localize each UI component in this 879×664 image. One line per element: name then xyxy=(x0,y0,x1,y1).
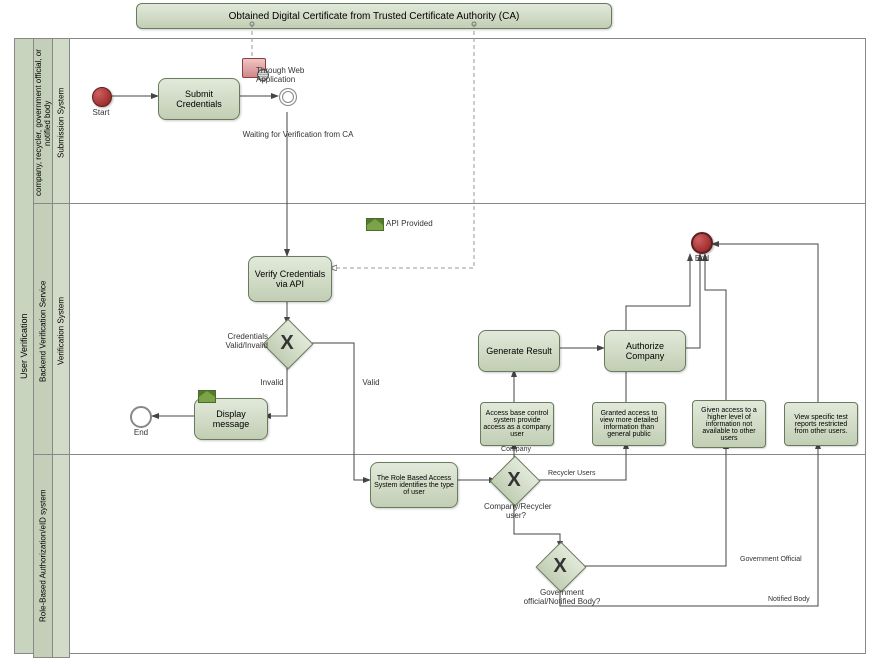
gateway3-nb: Notified Body xyxy=(768,596,838,603)
task-identify-user: The Role Based Access System identifies … xyxy=(370,462,458,508)
note-reports-text: View specific test reports restricted fr… xyxy=(787,414,855,435)
end-red-label: End xyxy=(687,254,717,263)
note-granted: Granted access to view more detailed inf… xyxy=(592,402,666,446)
task-authorize-company: Authorize Company xyxy=(604,330,686,372)
display-envelope-icon xyxy=(198,390,216,403)
gateway1-valid: Valid xyxy=(356,378,386,387)
task-identify-text: The Role Based Access System identifies … xyxy=(373,475,455,496)
lane-label-2: Role-Based Authorization/eID system xyxy=(33,454,53,658)
sublane-0-text: Submission System xyxy=(57,88,66,158)
start-event xyxy=(92,87,112,107)
task-verify-credentials: Verify Credentials via API xyxy=(248,256,332,302)
note-access: Access base control system provide acces… xyxy=(480,402,554,446)
task-submit-text: Submit Credentials xyxy=(161,89,237,109)
pool-label-text: User Verification xyxy=(19,313,29,379)
gateway2-label: Company/Recycler user? xyxy=(484,502,548,520)
sublane-1: Verification System xyxy=(52,203,70,459)
lane-2 xyxy=(69,454,866,654)
lane-label-1-text: Backend Verification Service xyxy=(39,280,48,381)
task-submit-credentials: Submit Credentials xyxy=(158,78,240,120)
gateway1-label: Credentials Valid/Invalid xyxy=(212,332,268,350)
gateway3-gov: Government Official xyxy=(740,556,830,563)
api-envelope-icon xyxy=(366,218,384,231)
waiting-label: Waiting for Verification from CA xyxy=(228,130,368,139)
end-event-plain xyxy=(130,406,152,428)
through-web-label: Through Web Application xyxy=(256,66,326,84)
lane-0 xyxy=(69,38,866,204)
sublane-2 xyxy=(52,454,70,658)
note-higher: Given access to a higher level of inform… xyxy=(692,400,766,448)
lane-label-2-text: Role-Based Authorization/eID system xyxy=(39,490,48,623)
api-provided-label: API Provided xyxy=(386,219,456,228)
pool-label: User Verification xyxy=(14,38,34,654)
end-event-red xyxy=(691,232,713,254)
lane-label-0-text: company, recycler, government official, … xyxy=(34,41,52,205)
task-display-message: Display message xyxy=(194,398,268,440)
end-plain-label: End xyxy=(126,428,156,437)
task-authorize-text: Authorize Company xyxy=(607,341,683,361)
gateway2-company: Company xyxy=(494,446,538,453)
lane-label-0: company, recycler, government official, … xyxy=(33,38,53,208)
gateway3-label: Government official/Notified Body? xyxy=(522,588,602,606)
sublane-1-text: Verification System xyxy=(57,297,66,365)
gateway1-invalid: Invalid xyxy=(254,378,290,387)
lane-label-1: Backend Verification Service xyxy=(33,203,53,459)
sublane-0: Submission System xyxy=(52,38,70,208)
gateway2-recycler: Recycler Users xyxy=(548,470,614,477)
note-higher-text: Given access to a higher level of inform… xyxy=(695,407,763,442)
task-verify-text: Verify Credentials via API xyxy=(251,269,329,289)
title-text: Obtained Digital Certificate from Truste… xyxy=(229,11,520,22)
note-granted-text: Granted access to view more detailed inf… xyxy=(595,410,663,438)
task-generate-text: Generate Result xyxy=(486,346,552,356)
note-access-text: Access base control system provide acces… xyxy=(483,410,551,438)
title-bar: Obtained Digital Certificate from Truste… xyxy=(136,3,612,29)
note-reports: View specific test reports restricted fr… xyxy=(784,402,858,446)
task-generate-result: Generate Result xyxy=(478,330,560,372)
start-label: Start xyxy=(86,108,116,117)
task-display-text: Display message xyxy=(197,409,265,429)
intermediate-event-waiting xyxy=(279,88,297,106)
